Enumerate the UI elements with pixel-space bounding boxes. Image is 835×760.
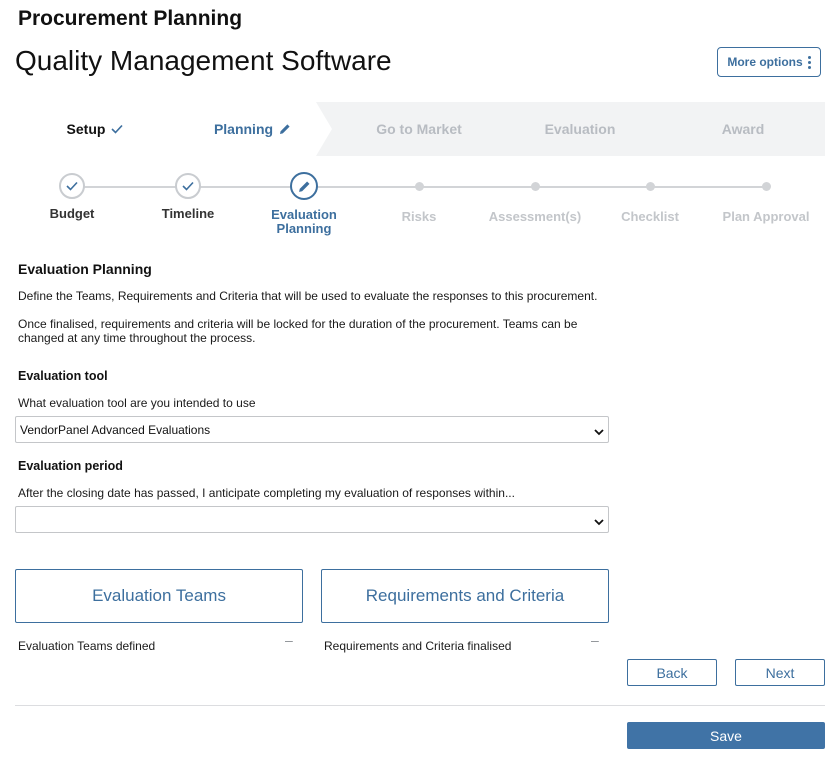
evaluation-tool-value: VendorPanel Advanced Evaluations xyxy=(20,422,211,437)
stage-label: Go to Market xyxy=(376,121,462,137)
more-options-button[interactable]: More options xyxy=(717,47,821,77)
check-icon xyxy=(175,173,201,199)
stage-evaluation: Evaluation xyxy=(500,102,660,156)
stage-label: Setup xyxy=(66,121,106,137)
step-label: Budget xyxy=(49,206,95,221)
evaluation-tool-question: What evaluation tool are you intended to… xyxy=(18,396,256,410)
stage-label: Award xyxy=(721,121,765,137)
evaluation-period-question: After the closing date has passed, I ant… xyxy=(18,486,515,500)
requirements-criteria-status: Requirements and Criteria finalised xyxy=(324,639,512,653)
step-assessments: Assessment(s) xyxy=(475,170,595,224)
requirements-criteria-status-value: – xyxy=(591,632,599,648)
chevron-down-icon xyxy=(594,515,604,529)
evaluation-teams-status: Evaluation Teams defined xyxy=(18,639,156,653)
save-button[interactable]: Save xyxy=(627,722,825,749)
more-options-label: More options xyxy=(727,55,803,69)
evaluation-period-title: Evaluation period xyxy=(18,459,123,473)
next-button[interactable]: Next xyxy=(735,659,825,686)
section-description: Define the Teams, Requirements and Crite… xyxy=(18,289,598,303)
step-label: Risks xyxy=(401,209,437,224)
stage-setup[interactable]: Setup xyxy=(15,102,175,156)
stage-label: Evaluation xyxy=(544,121,616,137)
section-title: Evaluation Planning xyxy=(18,261,152,277)
step-dot xyxy=(530,182,540,191)
evaluation-tool-title: Evaluation tool xyxy=(18,369,108,383)
step-label: Checklist xyxy=(621,209,679,224)
page-title: Quality Management Software xyxy=(15,45,392,76)
stage-label: Planning xyxy=(213,121,274,137)
step-dot xyxy=(414,182,424,191)
stage-planning[interactable]: Planning xyxy=(175,102,330,156)
pencil-icon xyxy=(279,123,291,135)
stage-award: Award xyxy=(663,102,823,156)
chevron-down-icon xyxy=(594,425,604,439)
stage-go-to-market: Go to Market xyxy=(335,102,503,156)
divider xyxy=(15,705,825,706)
check-icon xyxy=(59,173,85,199)
requirements-criteria-button[interactable]: Requirements and Criteria xyxy=(321,569,609,623)
step-dot xyxy=(761,182,771,191)
step-risks: Risks xyxy=(359,170,479,224)
step-timeline[interactable]: Timeline xyxy=(128,170,248,221)
step-plan-approval: Plan Approval xyxy=(706,170,826,224)
section-note: Once finalised, requirements and criteri… xyxy=(18,317,578,345)
check-icon xyxy=(111,124,124,134)
stage-bar: Setup Planning Go to Market Evaluation A… xyxy=(15,102,825,156)
kebab-icon xyxy=(807,55,811,69)
step-progress: Budget Timeline Evaluation Planning Risk… xyxy=(0,170,835,240)
pencil-icon xyxy=(290,172,318,200)
evaluation-period-select[interactable] xyxy=(15,506,609,533)
evaluation-teams-status-value: – xyxy=(285,632,293,648)
evaluation-tool-select[interactable]: VendorPanel Advanced Evaluations xyxy=(15,416,609,443)
step-checklist: Checklist xyxy=(590,170,710,224)
step-label: Plan Approval xyxy=(722,209,810,224)
step-label: Timeline xyxy=(161,206,215,221)
step-evaluation-planning[interactable]: Evaluation Planning xyxy=(244,170,364,236)
step-budget[interactable]: Budget xyxy=(12,170,132,221)
evaluation-teams-button[interactable]: Evaluation Teams xyxy=(15,569,303,623)
step-label: Assessment(s) xyxy=(488,209,582,224)
app-title: Procurement Planning xyxy=(18,7,243,30)
step-dot xyxy=(645,182,655,191)
step-label: Evaluation Planning xyxy=(271,207,337,236)
back-button[interactable]: Back xyxy=(627,659,717,686)
